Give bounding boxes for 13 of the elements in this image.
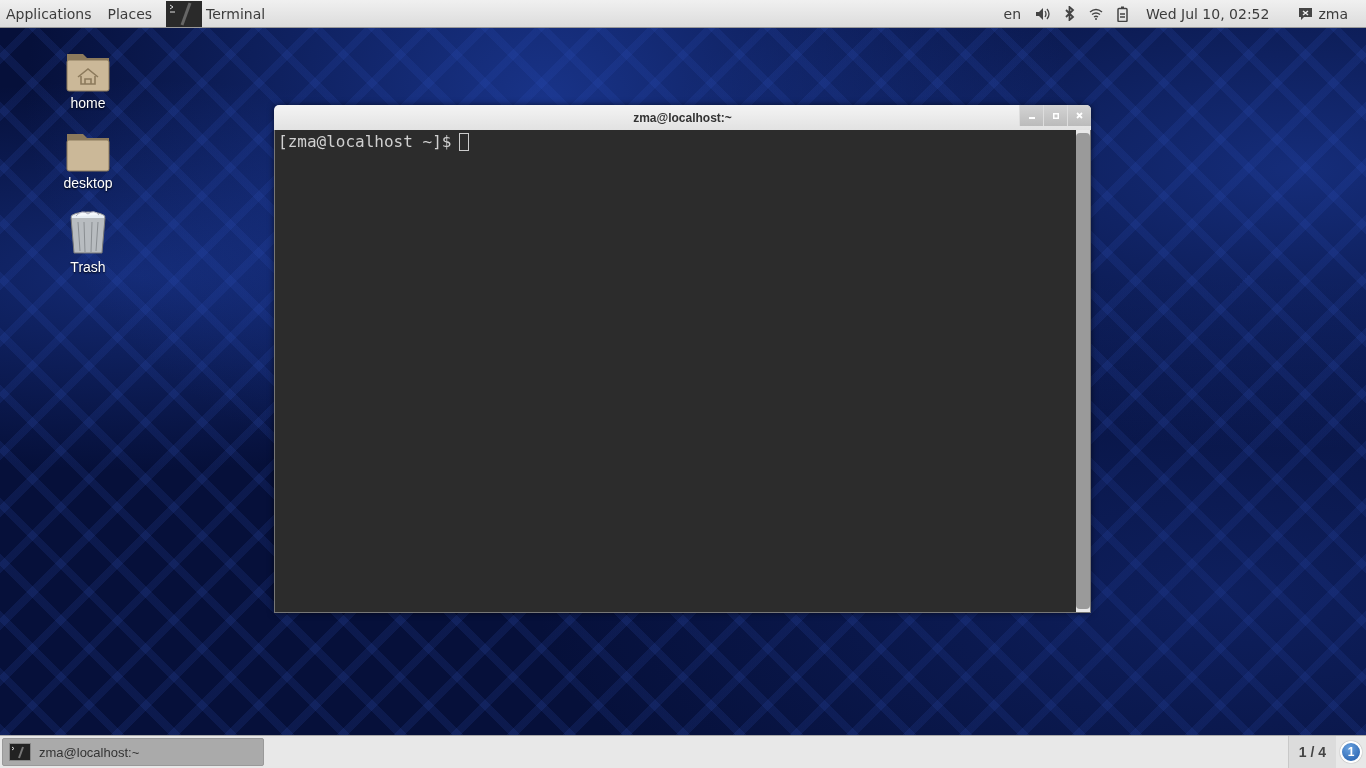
clock[interactable]: Wed Jul 10, 02:52 [1146,5,1270,22]
workspace-switcher[interactable]: 1 / 4 [1287,736,1336,768]
keyboard-layout[interactable]: en [1003,5,1022,22]
app-menu-button[interactable]: Terminal [166,0,266,27]
window-title: zma@localhost:~ [633,110,732,125]
icon-label[interactable]: desktop [63,175,113,191]
user-menu-button[interactable]: zma [1299,5,1356,22]
icon-label[interactable]: home [70,95,106,111]
menu-button[interactable]: Places [101,0,159,27]
shell-prompt: [zma@localhost ~]$ [278,132,452,151]
icon-label[interactable]: Trash [70,259,106,275]
menu-button[interactable]: Applications [0,0,98,27]
taskbar-button[interactable]: zma@localhost:~ [2,738,264,766]
